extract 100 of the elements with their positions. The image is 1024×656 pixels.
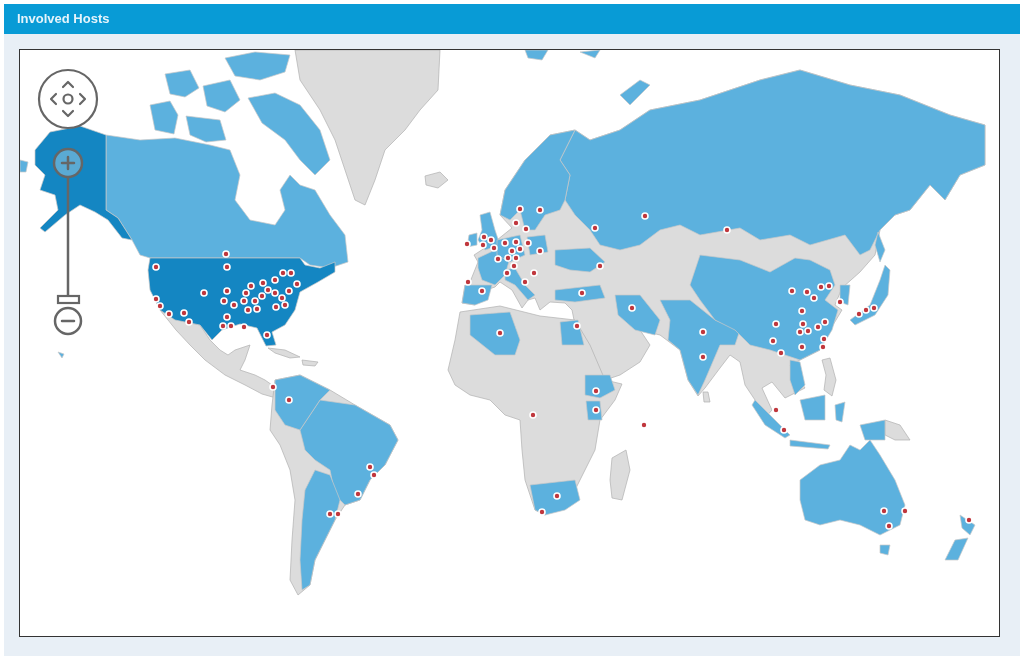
location-marker-icon[interactable] bbox=[512, 238, 520, 246]
location-marker-icon[interactable] bbox=[521, 278, 529, 286]
location-marker-icon[interactable] bbox=[522, 225, 530, 233]
location-marker-icon[interactable] bbox=[592, 387, 600, 395]
location-marker-icon[interactable] bbox=[242, 289, 250, 297]
location-marker-icon[interactable] bbox=[503, 269, 511, 277]
location-marker-icon[interactable] bbox=[536, 247, 544, 255]
location-marker-icon[interactable] bbox=[269, 383, 277, 391]
location-marker-icon[interactable] bbox=[464, 278, 472, 286]
location-marker-icon[interactable] bbox=[463, 240, 471, 248]
location-marker-icon[interactable] bbox=[510, 262, 518, 270]
location-marker-icon[interactable] bbox=[780, 426, 788, 434]
location-marker-icon[interactable] bbox=[578, 289, 586, 297]
location-marker-icon[interactable] bbox=[200, 289, 208, 297]
location-marker-icon[interactable] bbox=[180, 309, 188, 317]
location-marker-icon[interactable] bbox=[227, 322, 235, 330]
location-marker-icon[interactable] bbox=[836, 298, 844, 306]
location-marker-icon[interactable] bbox=[529, 411, 537, 419]
location-marker-icon[interactable] bbox=[723, 226, 731, 234]
location-marker-icon[interactable] bbox=[870, 304, 878, 312]
location-marker-icon[interactable] bbox=[796, 328, 804, 336]
location-marker-icon[interactable] bbox=[223, 287, 231, 295]
location-marker-icon[interactable] bbox=[538, 508, 546, 516]
location-marker-icon[interactable] bbox=[487, 236, 495, 244]
zoom-out-button[interactable] bbox=[53, 306, 83, 336]
location-marker-icon[interactable] bbox=[772, 406, 780, 414]
location-marker-icon[interactable] bbox=[855, 310, 863, 318]
location-marker-icon[interactable] bbox=[220, 297, 228, 305]
location-marker-icon[interactable] bbox=[798, 343, 806, 351]
location-marker-icon[interactable] bbox=[628, 304, 636, 312]
location-marker-icon[interactable] bbox=[504, 254, 512, 262]
location-marker-icon[interactable] bbox=[901, 507, 909, 515]
location-marker-icon[interactable] bbox=[271, 276, 279, 284]
location-marker-icon[interactable] bbox=[326, 510, 334, 518]
location-marker-icon[interactable] bbox=[259, 279, 267, 287]
location-marker-icon[interactable] bbox=[814, 323, 822, 331]
location-marker-icon[interactable] bbox=[334, 510, 342, 518]
location-marker-icon[interactable] bbox=[862, 306, 870, 314]
location-marker-icon[interactable] bbox=[247, 282, 255, 290]
location-marker-icon[interactable] bbox=[501, 239, 509, 247]
location-marker-icon[interactable] bbox=[820, 335, 828, 343]
location-marker-icon[interactable] bbox=[798, 307, 806, 315]
location-marker-icon[interactable] bbox=[354, 490, 362, 498]
location-marker-icon[interactable] bbox=[591, 224, 599, 232]
location-marker-icon[interactable] bbox=[222, 250, 230, 258]
location-marker-icon[interactable] bbox=[641, 212, 649, 220]
location-marker-icon[interactable] bbox=[479, 241, 487, 249]
location-marker-icon[interactable] bbox=[366, 463, 374, 471]
location-marker-icon[interactable] bbox=[573, 322, 581, 330]
location-marker-icon[interactable] bbox=[516, 245, 524, 253]
location-marker-icon[interactable] bbox=[244, 306, 252, 314]
location-marker-icon[interactable] bbox=[772, 320, 780, 328]
location-marker-icon[interactable] bbox=[825, 282, 833, 290]
zoom-slider-track[interactable] bbox=[56, 177, 81, 305]
location-marker-icon[interactable] bbox=[821, 318, 829, 326]
location-marker-icon[interactable] bbox=[769, 337, 777, 345]
location-marker-icon[interactable] bbox=[240, 323, 248, 331]
location-marker-icon[interactable] bbox=[490, 244, 498, 252]
location-marker-icon[interactable] bbox=[279, 269, 287, 277]
location-marker-icon[interactable] bbox=[223, 263, 231, 271]
location-marker-icon[interactable] bbox=[819, 343, 827, 351]
location-marker-icon[interactable] bbox=[478, 287, 486, 295]
location-marker-icon[interactable] bbox=[278, 294, 286, 302]
location-marker-icon[interactable] bbox=[512, 219, 520, 227]
location-marker-icon[interactable] bbox=[512, 254, 520, 262]
location-marker-icon[interactable] bbox=[156, 302, 164, 310]
location-marker-icon[interactable] bbox=[536, 206, 544, 214]
location-marker-icon[interactable] bbox=[803, 288, 811, 296]
location-marker-icon[interactable] bbox=[285, 396, 293, 404]
location-marker-icon[interactable] bbox=[287, 269, 295, 277]
location-marker-icon[interactable] bbox=[817, 283, 825, 291]
location-marker-icon[interactable] bbox=[223, 313, 231, 321]
location-marker-icon[interactable] bbox=[788, 287, 796, 295]
location-marker-icon[interactable] bbox=[165, 310, 173, 318]
location-marker-icon[interactable] bbox=[592, 406, 600, 414]
location-marker-icon[interactable] bbox=[152, 263, 160, 271]
location-marker-icon[interactable] bbox=[516, 205, 524, 213]
location-marker-icon[interactable] bbox=[810, 294, 818, 302]
location-marker-icon[interactable] bbox=[185, 318, 193, 326]
location-marker-icon[interactable] bbox=[494, 255, 502, 263]
location-marker-icon[interactable] bbox=[281, 301, 289, 309]
location-marker-icon[interactable] bbox=[258, 292, 266, 300]
location-marker-icon[interactable] bbox=[530, 269, 538, 277]
location-marker-icon[interactable] bbox=[885, 522, 893, 530]
location-marker-icon[interactable] bbox=[219, 322, 227, 330]
location-marker-icon[interactable] bbox=[271, 289, 279, 297]
location-marker-icon[interactable] bbox=[508, 247, 516, 255]
location-marker-icon[interactable] bbox=[230, 301, 238, 309]
location-marker-icon[interactable] bbox=[264, 286, 272, 294]
location-marker-icon[interactable] bbox=[640, 421, 648, 429]
location-marker-icon[interactable] bbox=[880, 507, 888, 515]
location-marker-icon[interactable] bbox=[699, 353, 707, 361]
location-marker-icon[interactable] bbox=[370, 471, 378, 479]
location-marker-icon[interactable] bbox=[553, 492, 561, 500]
location-marker-icon[interactable] bbox=[240, 297, 248, 305]
location-marker-icon[interactable] bbox=[804, 327, 812, 335]
location-marker-icon[interactable] bbox=[496, 329, 504, 337]
zoom-slider-handle[interactable] bbox=[56, 294, 81, 305]
location-marker-icon[interactable] bbox=[524, 239, 532, 247]
pan-control[interactable] bbox=[37, 68, 99, 130]
